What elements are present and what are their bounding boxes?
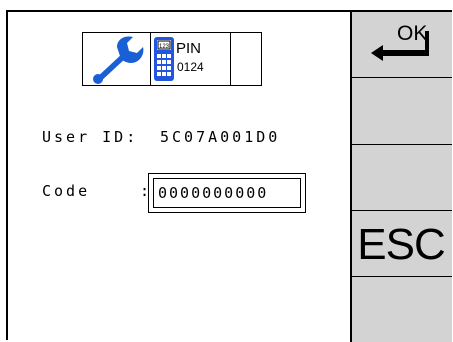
empty-icon-cell: [231, 33, 261, 85]
pin-label: PIN: [176, 40, 202, 57]
wrench-cell[interactable]: [83, 33, 151, 85]
pin-number: 0124: [177, 60, 204, 74]
keypad-icon-text: 123: [159, 44, 170, 50]
device-screen: 123 PIN 0124 User ID: 5C07A001D0 Code : …: [6, 10, 452, 342]
esc-button[interactable]: ESC: [352, 211, 452, 277]
user-id-label: User ID:: [42, 128, 139, 146]
code-value: 0000000000: [158, 183, 269, 202]
pin-keypad-icon: 123: [154, 37, 174, 81]
pin-cell[interactable]: 123 PIN 0124: [151, 33, 231, 85]
ok-button[interactable]: OK: [352, 12, 452, 78]
esc-label: ESC: [357, 219, 445, 269]
code-label: Code: [42, 182, 91, 200]
softkey-column: OK ESC: [350, 12, 452, 342]
ok-label: OK: [397, 21, 428, 45]
softkey-2[interactable]: [352, 78, 452, 145]
code-input-inner[interactable]: 0000000000: [153, 178, 301, 208]
user-id-value: 5C07A001D0: [160, 128, 281, 146]
main-panel: 123 PIN 0124 User ID: 5C07A001D0 Code : …: [8, 12, 350, 342]
header-icon-box: 123 PIN 0124: [82, 32, 262, 86]
wrench-icon: [93, 36, 144, 84]
softkey-3[interactable]: [352, 145, 452, 211]
softkey-5[interactable]: [352, 277, 452, 342]
code-input[interactable]: 0000000000: [148, 173, 306, 213]
